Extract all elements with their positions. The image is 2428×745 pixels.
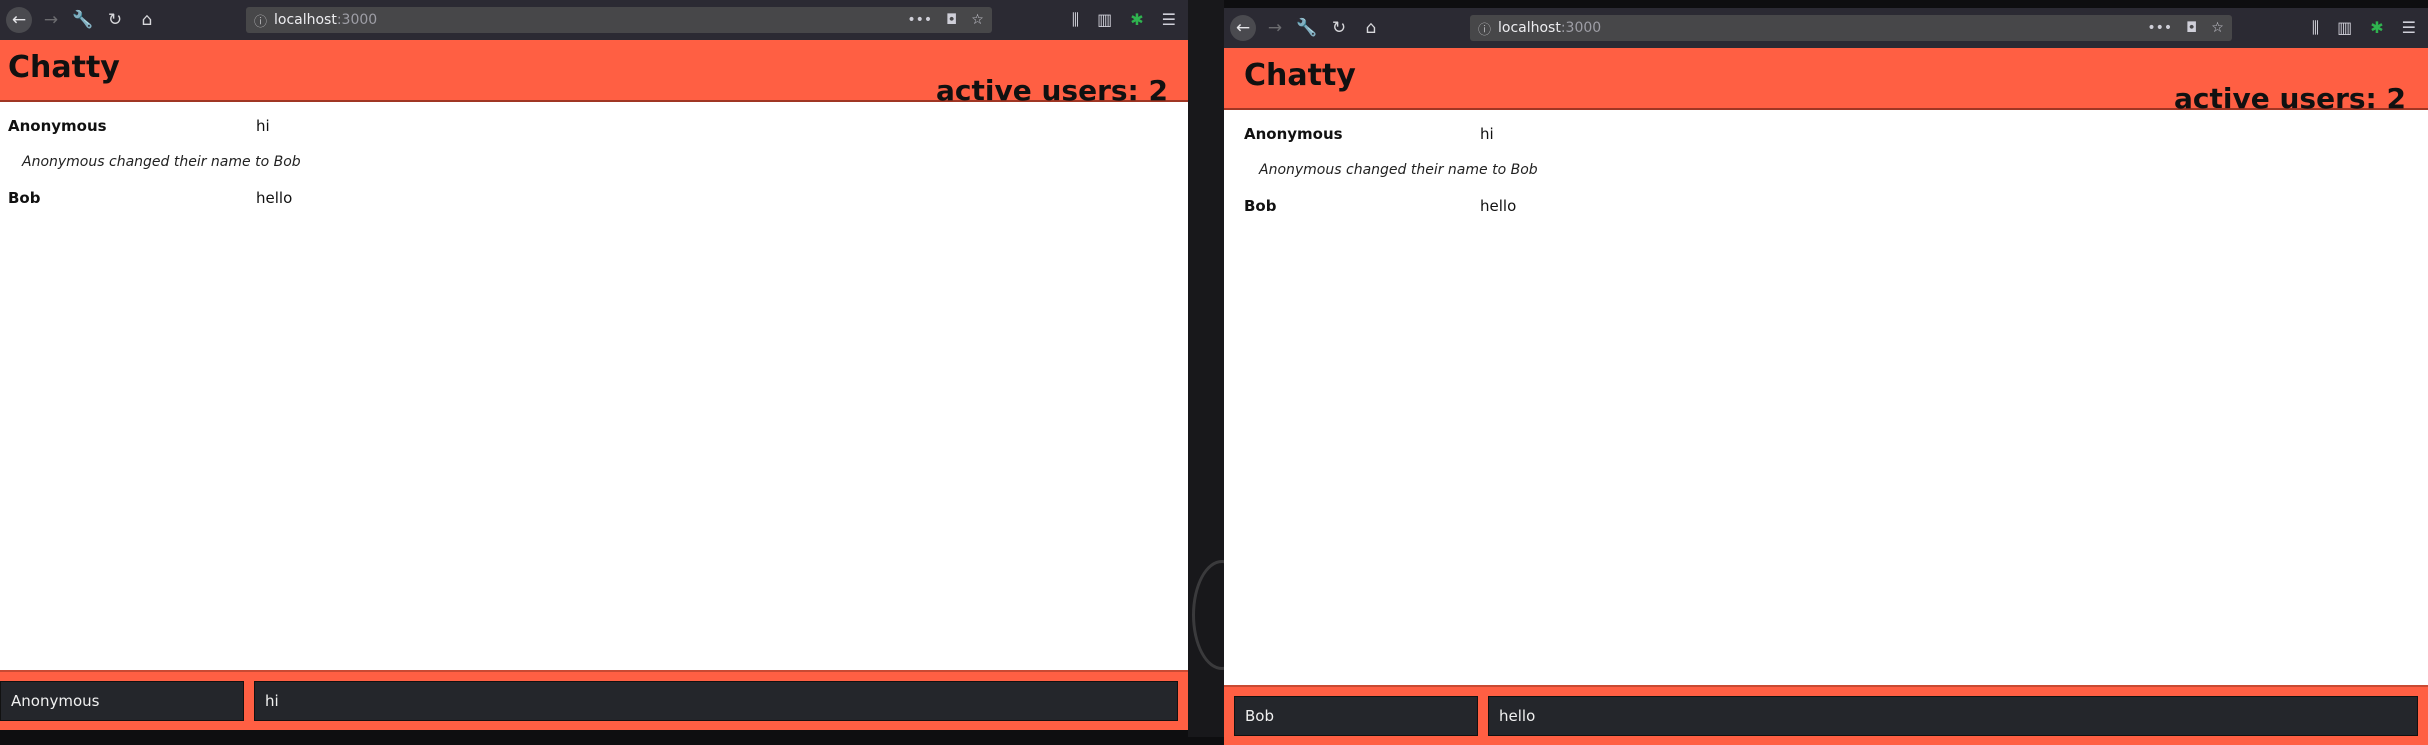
- message-input[interactable]: [1488, 696, 2418, 736]
- hamburger-menu-icon[interactable]: ☰: [2402, 18, 2416, 38]
- extension-icon[interactable]: ✱: [2370, 18, 2383, 38]
- star-icon[interactable]: ☆: [971, 12, 984, 28]
- message-username: Bob: [1244, 197, 1277, 215]
- browser-toolbar: ← → 🔧 ↻ ⌂ ⓘ localhost:3000 ••• ◘ ☆ ⫼ ▥ ✱…: [1224, 8, 2428, 48]
- back-button[interactable]: ←: [6, 7, 32, 33]
- extension-icon[interactable]: ✱: [1130, 10, 1143, 30]
- library-icon[interactable]: ⫼: [1072, 10, 1079, 30]
- message-content: hi: [256, 117, 270, 135]
- reload-icon: ↻: [107, 10, 123, 30]
- forward-button[interactable]: →: [38, 7, 64, 33]
- sidebar-icon[interactable]: ▥: [1097, 10, 1112, 30]
- message-row: Bob hello: [1224, 188, 2428, 224]
- app-header: Chatty active users: 2: [1224, 48, 2428, 115]
- url-bar[interactable]: ⓘ localhost:3000 ••• ◘ ☆: [1470, 15, 2232, 41]
- message-content: hello: [1480, 197, 1517, 215]
- arrow-left-icon: ←: [1235, 18, 1251, 38]
- message-username: Anonymous: [8, 117, 107, 135]
- pocket-icon[interactable]: ◘: [946, 12, 957, 28]
- app-title: Chatty: [1244, 58, 1356, 93]
- chat-footer: [0, 670, 1188, 730]
- ellipsis-icon[interactable]: •••: [907, 12, 932, 28]
- active-users-count: active users: 2: [2174, 82, 2406, 115]
- message-input[interactable]: [254, 681, 1178, 721]
- notification-row: Anonymous changed their name to Bob: [1259, 162, 1538, 178]
- app-header: Chatty active users: 2: [0, 40, 1188, 107]
- back-button[interactable]: ←: [1230, 15, 1256, 41]
- message-row: Anonymous hi: [1224, 116, 2428, 152]
- home-button[interactable]: ⌂: [134, 7, 160, 33]
- username-input[interactable]: [0, 681, 244, 721]
- arrow-right-icon: →: [43, 10, 59, 30]
- username-input[interactable]: [1234, 696, 1478, 736]
- wrench-icon: 🔧: [72, 10, 94, 30]
- arrow-left-icon: ←: [11, 10, 27, 30]
- reload-icon: ↻: [1331, 18, 1347, 38]
- browser-toolbar: ← → 🔧 ↻ ⌂ ⓘ localhost:3000 ••• ◘ ☆ ⫼ ▥ ✱…: [0, 0, 1188, 40]
- message-username: Anonymous: [1244, 125, 1343, 143]
- browser-window-left: ← → 🔧 ↻ ⌂ ⓘ localhost:3000 ••• ◘ ☆ ⫼ ▥ ✱…: [0, 0, 1188, 730]
- message-row: Anonymous hi: [0, 108, 1188, 144]
- reload-button[interactable]: ↻: [1326, 15, 1352, 41]
- sidebar-icon[interactable]: ▥: [2337, 18, 2352, 38]
- url-host: localhost: [274, 12, 337, 28]
- tools-button[interactable]: 🔧: [1294, 15, 1320, 41]
- home-icon: ⌂: [1365, 18, 1377, 38]
- home-icon: ⌂: [141, 10, 153, 30]
- library-icon[interactable]: ⫼: [2312, 18, 2319, 38]
- url-port: :3000: [1560, 20, 1602, 36]
- ellipsis-icon[interactable]: •••: [2147, 20, 2172, 36]
- info-icon[interactable]: ⓘ: [1478, 19, 1498, 38]
- message-username: Bob: [8, 189, 41, 207]
- active-users-count: active users: 2: [936, 74, 1168, 107]
- reload-button[interactable]: ↻: [102, 7, 128, 33]
- url-host: localhost: [1498, 20, 1561, 36]
- arrow-right-icon: →: [1267, 18, 1283, 38]
- star-icon[interactable]: ☆: [2211, 20, 2224, 36]
- hamburger-menu-icon[interactable]: ☰: [1162, 10, 1176, 30]
- message-content: hello: [256, 189, 293, 207]
- message-list: Anonymous hi Anonymous changed their nam…: [0, 102, 1188, 670]
- forward-button[interactable]: →: [1262, 15, 1288, 41]
- message-row: Bob hello: [0, 180, 1188, 216]
- message-content: hi: [1480, 125, 1494, 143]
- info-icon[interactable]: ⓘ: [254, 11, 274, 30]
- home-button[interactable]: ⌂: [1358, 15, 1384, 41]
- notification-row: Anonymous changed their name to Bob: [22, 154, 301, 170]
- url-bar[interactable]: ⓘ localhost:3000 ••• ◘ ☆: [246, 7, 992, 33]
- app-title: Chatty: [8, 50, 120, 85]
- tools-button[interactable]: 🔧: [70, 7, 96, 33]
- pocket-icon[interactable]: ◘: [2186, 20, 2197, 36]
- message-list: Anonymous hi Anonymous changed their nam…: [1224, 110, 2428, 685]
- wrench-icon: 🔧: [1296, 18, 1318, 38]
- browser-window-right: ← → 🔧 ↻ ⌂ ⓘ localhost:3000 ••• ◘ ☆ ⫼ ▥ ✱…: [1224, 8, 2428, 745]
- chat-footer: [1224, 685, 2428, 745]
- url-port: :3000: [336, 12, 378, 28]
